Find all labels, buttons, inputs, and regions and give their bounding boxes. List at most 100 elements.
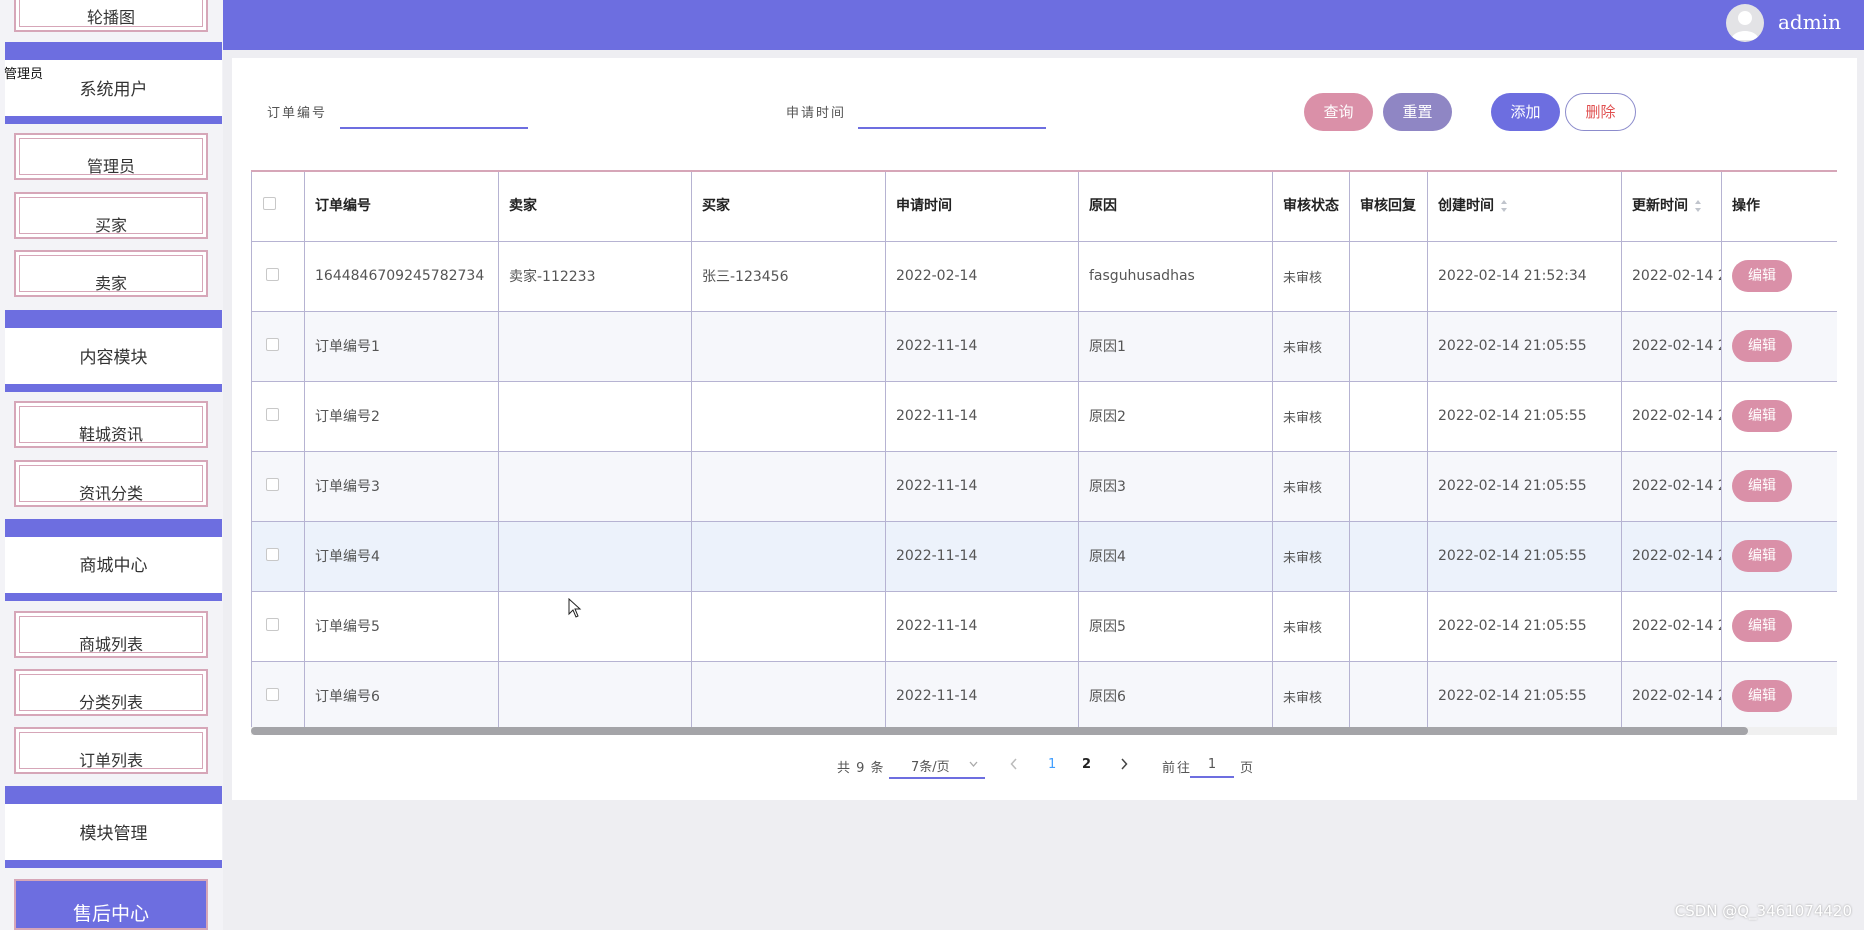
- cell-status: 未审核: [1272, 590, 1350, 662]
- next-page-icon[interactable]: [1120, 758, 1128, 770]
- query-button[interactable]: 查询: [1304, 93, 1373, 131]
- add-button[interactable]: 添加: [1491, 93, 1560, 131]
- cell-reply: [1349, 590, 1428, 662]
- sidebar-item-after-sales[interactable]: 售后中心: [14, 879, 208, 930]
- sidebar-item-news-category[interactable]: 资讯分类: [14, 460, 208, 507]
- sidebar-item-order-list[interactable]: 订单列表: [14, 727, 208, 774]
- cell-updated: 2022-02-14 21:05:55: [1621, 590, 1722, 662]
- cell-created: 2022-02-14 21:05:55: [1427, 660, 1622, 728]
- cell-apply-time: 2022-11-14: [885, 450, 1079, 522]
- reset-button[interactable]: 重置: [1383, 93, 1452, 131]
- cell-reason: 原因4: [1078, 520, 1273, 592]
- cell-status: 未审核: [1272, 660, 1350, 728]
- cell-order-no: 订单编号5: [304, 590, 499, 662]
- order-no-input[interactable]: [340, 103, 528, 129]
- order-no-label: 订单编号: [267, 106, 328, 121]
- cell-seller: [498, 380, 692, 452]
- col-buyer: 买家: [691, 170, 886, 242]
- sidebar-divider: [5, 42, 222, 60]
- top-bar: [223, 0, 1864, 50]
- edit-button[interactable]: 编辑: [1732, 540, 1792, 572]
- page-suffix: 页: [1240, 761, 1254, 776]
- cell-updated: 2022-02-14 21:52:34: [1621, 240, 1722, 312]
- cell-buyer: [691, 520, 886, 592]
- edit-button[interactable]: 编辑: [1732, 610, 1792, 642]
- horizontal-scrollbar[interactable]: [251, 727, 1837, 735]
- after-sales-table: 订单编号 卖家 买家 申请时间 原因 审核状态 审核回复 创建时间 更新时间 操…: [251, 170, 1837, 728]
- sidebar-item-category-list[interactable]: 分类列表: [14, 669, 208, 716]
- sidebar-divider: [5, 384, 222, 392]
- edit-button[interactable]: 编辑: [1732, 260, 1792, 292]
- user-icon: [1731, 11, 1759, 40]
- sort-icon[interactable]: [1694, 199, 1702, 213]
- table-row: 订单编号4 2022-11-14 原因4 未审核 2022-02-14 21:0…: [251, 520, 1837, 592]
- col-apply-time: 申请时间: [885, 170, 1079, 242]
- cell-buyer: [691, 660, 886, 728]
- page-number-2[interactable]: 2: [1082, 757, 1091, 772]
- cell-buyer: [691, 310, 886, 382]
- watermark: CSDN @Q_3461074420: [1674, 902, 1852, 920]
- edit-button[interactable]: 编辑: [1732, 470, 1792, 502]
- edit-button[interactable]: 编辑: [1732, 330, 1792, 362]
- row-checkbox[interactable]: [266, 337, 279, 351]
- goto-page-input[interactable]: [1190, 752, 1234, 778]
- apply-time-label: 申请时间: [786, 106, 847, 121]
- apply-time-input[interactable]: [858, 103, 1046, 129]
- col-audit-reply: 审核回复: [1349, 170, 1428, 242]
- sidebar-item-buyer[interactable]: 买家: [14, 192, 208, 239]
- row-checkbox[interactable]: [266, 687, 279, 701]
- sidebar-divider: [5, 786, 222, 804]
- username[interactable]: admin: [1778, 10, 1841, 34]
- cell-reply: [1349, 380, 1428, 452]
- cell-reply: [1349, 310, 1428, 382]
- scrollbar-thumb[interactable]: [251, 727, 1748, 735]
- col-created[interactable]: 创建时间: [1427, 170, 1622, 242]
- cell-seller: [498, 520, 692, 592]
- sidebar-item-admin[interactable]: 管理员: [14, 133, 208, 180]
- cell-reply: [1349, 240, 1428, 312]
- edit-button[interactable]: 编辑: [1732, 400, 1792, 432]
- cell-buyer: [691, 590, 886, 662]
- sort-icon[interactable]: [1500, 199, 1508, 213]
- cell-order-no: 订单编号3: [304, 450, 499, 522]
- cell-updated: 2022-02-14 21:05:55: [1621, 310, 1722, 382]
- user-avatar[interactable]: [1726, 4, 1764, 42]
- cell-status: 未审核: [1272, 310, 1350, 382]
- cell-apply-time: 2022-02-14: [885, 240, 1079, 312]
- table-row: 订单编号1 2022-11-14 原因1 未审核 2022-02-14 21:0…: [251, 310, 1837, 382]
- goto-label: 前往: [1162, 761, 1193, 776]
- cell-buyer: [691, 380, 886, 452]
- sidebar-group-mall-center[interactable]: 商城中心: [5, 537, 222, 593]
- cell-updated: 2022-02-14 21:05:55: [1621, 520, 1722, 592]
- delete-button[interactable]: 删除: [1565, 93, 1636, 131]
- cell-buyer: [691, 450, 886, 522]
- row-checkbox[interactable]: [266, 407, 279, 421]
- prev-page-icon[interactable]: [1010, 758, 1018, 770]
- cell-reply: [1349, 520, 1428, 592]
- cell-order-no: 订单编号1: [304, 310, 499, 382]
- sidebar-item-shoe-news[interactable]: 鞋城资讯: [14, 401, 208, 448]
- row-checkbox[interactable]: [266, 267, 279, 281]
- sidebar-group-content-module[interactable]: 内容模块: [5, 328, 222, 384]
- edit-button[interactable]: 编辑: [1732, 680, 1792, 712]
- row-checkbox[interactable]: [266, 547, 279, 561]
- col-updated[interactable]: 更新时间: [1621, 170, 1722, 242]
- pagination-total: 共 9 条: [837, 761, 885, 776]
- sidebar-item-carousel[interactable]: 轮播图: [14, 0, 208, 32]
- cell-reason: 原因6: [1078, 660, 1273, 728]
- cell-seller: [498, 660, 692, 728]
- sidebar-group-module-management[interactable]: 模块管理: [5, 804, 222, 860]
- cell-order-no: 订单编号4: [304, 520, 499, 592]
- sidebar-item-mall-list[interactable]: 商城列表: [14, 611, 208, 658]
- cell-apply-time: 2022-11-14: [885, 520, 1079, 592]
- sidebar-item-seller[interactable]: 卖家: [14, 250, 208, 297]
- row-checkbox[interactable]: [266, 477, 279, 491]
- sidebar-divider: [5, 593, 222, 601]
- cell-created: 2022-02-14 21:05:55: [1427, 450, 1622, 522]
- row-checkbox[interactable]: [266, 617, 279, 631]
- table-row: 订单编号3 2022-11-14 原因3 未审核 2022-02-14 21:0…: [251, 450, 1837, 522]
- table-row: 订单编号2 2022-11-14 原因2 未审核 2022-02-14 21:0…: [251, 380, 1837, 452]
- page-number-1[interactable]: 1: [1048, 757, 1056, 772]
- select-all-checkbox[interactable]: [263, 197, 276, 211]
- page-size-select[interactable]: 7条/页: [889, 749, 985, 779]
